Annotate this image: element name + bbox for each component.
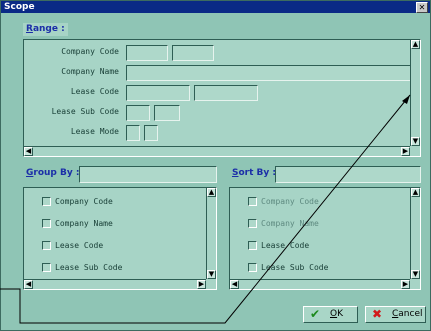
annotation-arrow [0,94,411,324]
